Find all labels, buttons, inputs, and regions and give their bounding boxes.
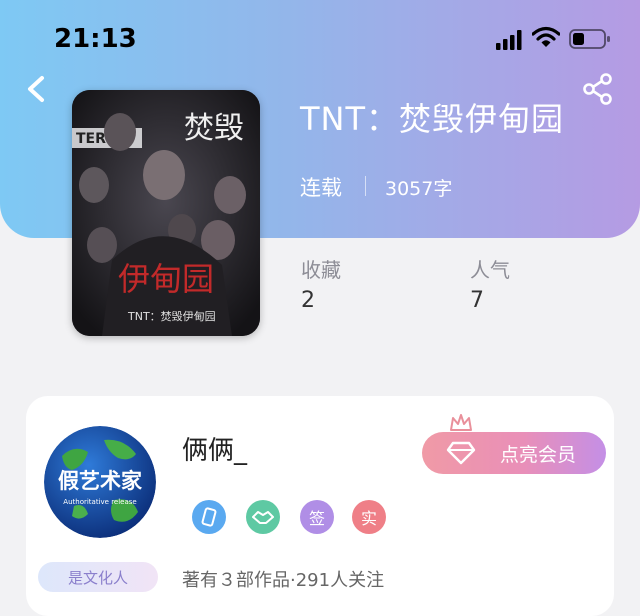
book-cover[interactable]: TERST- 焚毁 伊甸园 TNT：焚毁伊甸园 bbox=[72, 90, 260, 336]
svg-text:焚毁: 焚毁 bbox=[184, 111, 244, 146]
favorites-label: 收藏 bbox=[301, 258, 341, 282]
vip-button-label: 点亮会员 bbox=[499, 443, 576, 466]
status-time: 21:13 bbox=[54, 24, 137, 54]
serial-status: 连载 bbox=[300, 176, 342, 200]
phone-verified-badge[interactable] bbox=[192, 500, 226, 534]
status-bar: 21:13 bbox=[0, 0, 640, 72]
real-name-badge-label: 实 bbox=[360, 509, 377, 528]
popularity-label: 人气 bbox=[470, 258, 510, 282]
cover-title-text: TNT：焚毁伊甸园 bbox=[127, 309, 216, 323]
avatar-subtext: Authoritative release bbox=[63, 498, 136, 506]
culture-tag-label: 是文化人 bbox=[67, 568, 128, 587]
handshake-icon bbox=[252, 511, 274, 524]
culture-tag[interactable]: 是文化人 bbox=[38, 562, 158, 592]
author-works-info: 著有３部作品·291人关注 bbox=[182, 570, 385, 591]
status-divider bbox=[365, 176, 366, 196]
svg-text:伊甸园: 伊甸园 bbox=[118, 260, 214, 298]
popularity-value: 7 bbox=[470, 288, 484, 313]
favorites-value: 2 bbox=[301, 288, 315, 313]
cellular-signal-icon bbox=[496, 30, 522, 50]
crown-icon bbox=[450, 414, 472, 431]
diamond-icon bbox=[446, 441, 476, 465]
back-arrow-icon[interactable] bbox=[22, 74, 50, 104]
handshake-badge[interactable] bbox=[246, 500, 280, 534]
book-title: TNT：焚毁伊甸园 bbox=[300, 100, 565, 138]
signed-badge-label: 签 bbox=[308, 509, 325, 528]
real-name-badge[interactable]: 实 bbox=[352, 500, 386, 534]
share-icon[interactable] bbox=[582, 72, 614, 106]
avatar-text: 假艺术家 bbox=[58, 469, 143, 493]
author-name[interactable]: 俩俩_ bbox=[182, 430, 247, 467]
battery-icon bbox=[569, 29, 610, 49]
word-count: 3057字 bbox=[385, 178, 453, 200]
author-avatar[interactable]: 假艺术家 Authoritative release bbox=[44, 426, 156, 538]
wifi-icon bbox=[532, 26, 560, 47]
signed-badge[interactable]: 签 bbox=[300, 500, 334, 534]
phone-icon bbox=[201, 507, 217, 527]
